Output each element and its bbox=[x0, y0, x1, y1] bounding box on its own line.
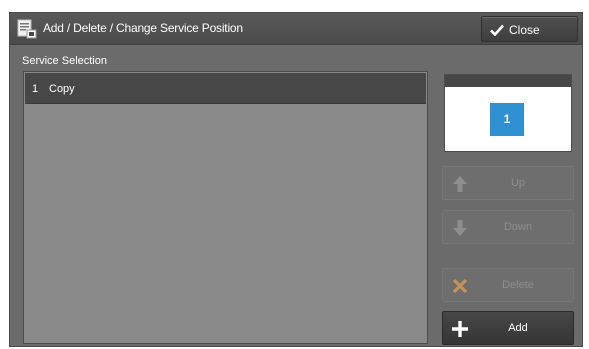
close-button-label: Close bbox=[509, 23, 540, 37]
service-list[interactable]: 1 Copy bbox=[23, 71, 428, 344]
service-list-icon bbox=[17, 19, 37, 39]
list-item-name: Copy bbox=[49, 83, 75, 95]
position-preview: 1 bbox=[444, 74, 572, 152]
check-icon bbox=[490, 24, 504, 36]
delete-button-label: Delete bbox=[502, 279, 534, 291]
add-button[interactable]: Add bbox=[442, 311, 574, 345]
page-title: Add / Delete / Change Service Position bbox=[43, 21, 243, 35]
up-button-label: Up bbox=[510, 177, 526, 189]
service-selection-label: Service Selection bbox=[22, 55, 107, 67]
title-bar: Add / Delete / Change Service Position C… bbox=[10, 13, 582, 45]
down-button-label: Down bbox=[503, 221, 533, 233]
add-button-label: Add bbox=[508, 322, 528, 334]
dialog-window: Add / Delete / Change Service Position C… bbox=[9, 12, 583, 347]
list-item-copy[interactable]: 1 Copy bbox=[25, 73, 426, 104]
up-button[interactable]: Up bbox=[442, 166, 574, 200]
delete-button[interactable]: Delete bbox=[442, 268, 574, 302]
list-item-number: 1 bbox=[32, 83, 39, 95]
close-button[interactable]: Close bbox=[481, 16, 578, 42]
preview-header-bar bbox=[445, 75, 571, 87]
down-button[interactable]: Down bbox=[442, 210, 574, 244]
preview-service-tile: 1 bbox=[490, 103, 524, 136]
